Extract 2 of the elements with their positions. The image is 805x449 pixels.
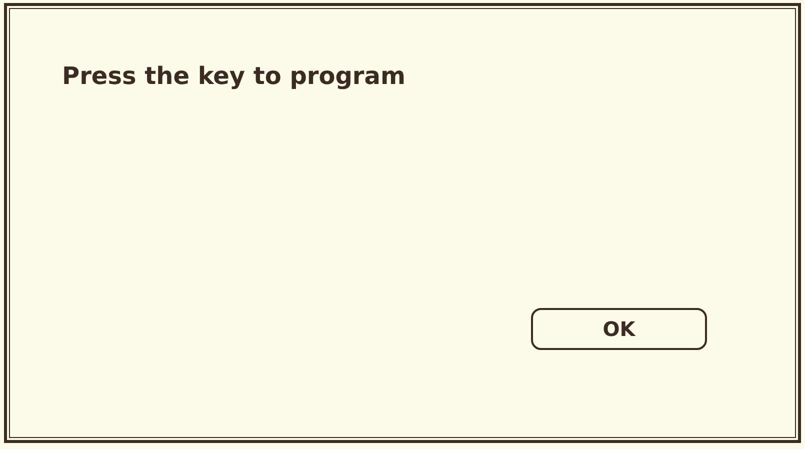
ok-button[interactable]: OK — [531, 308, 707, 350]
dialog-message: Press the key to program — [62, 62, 406, 90]
